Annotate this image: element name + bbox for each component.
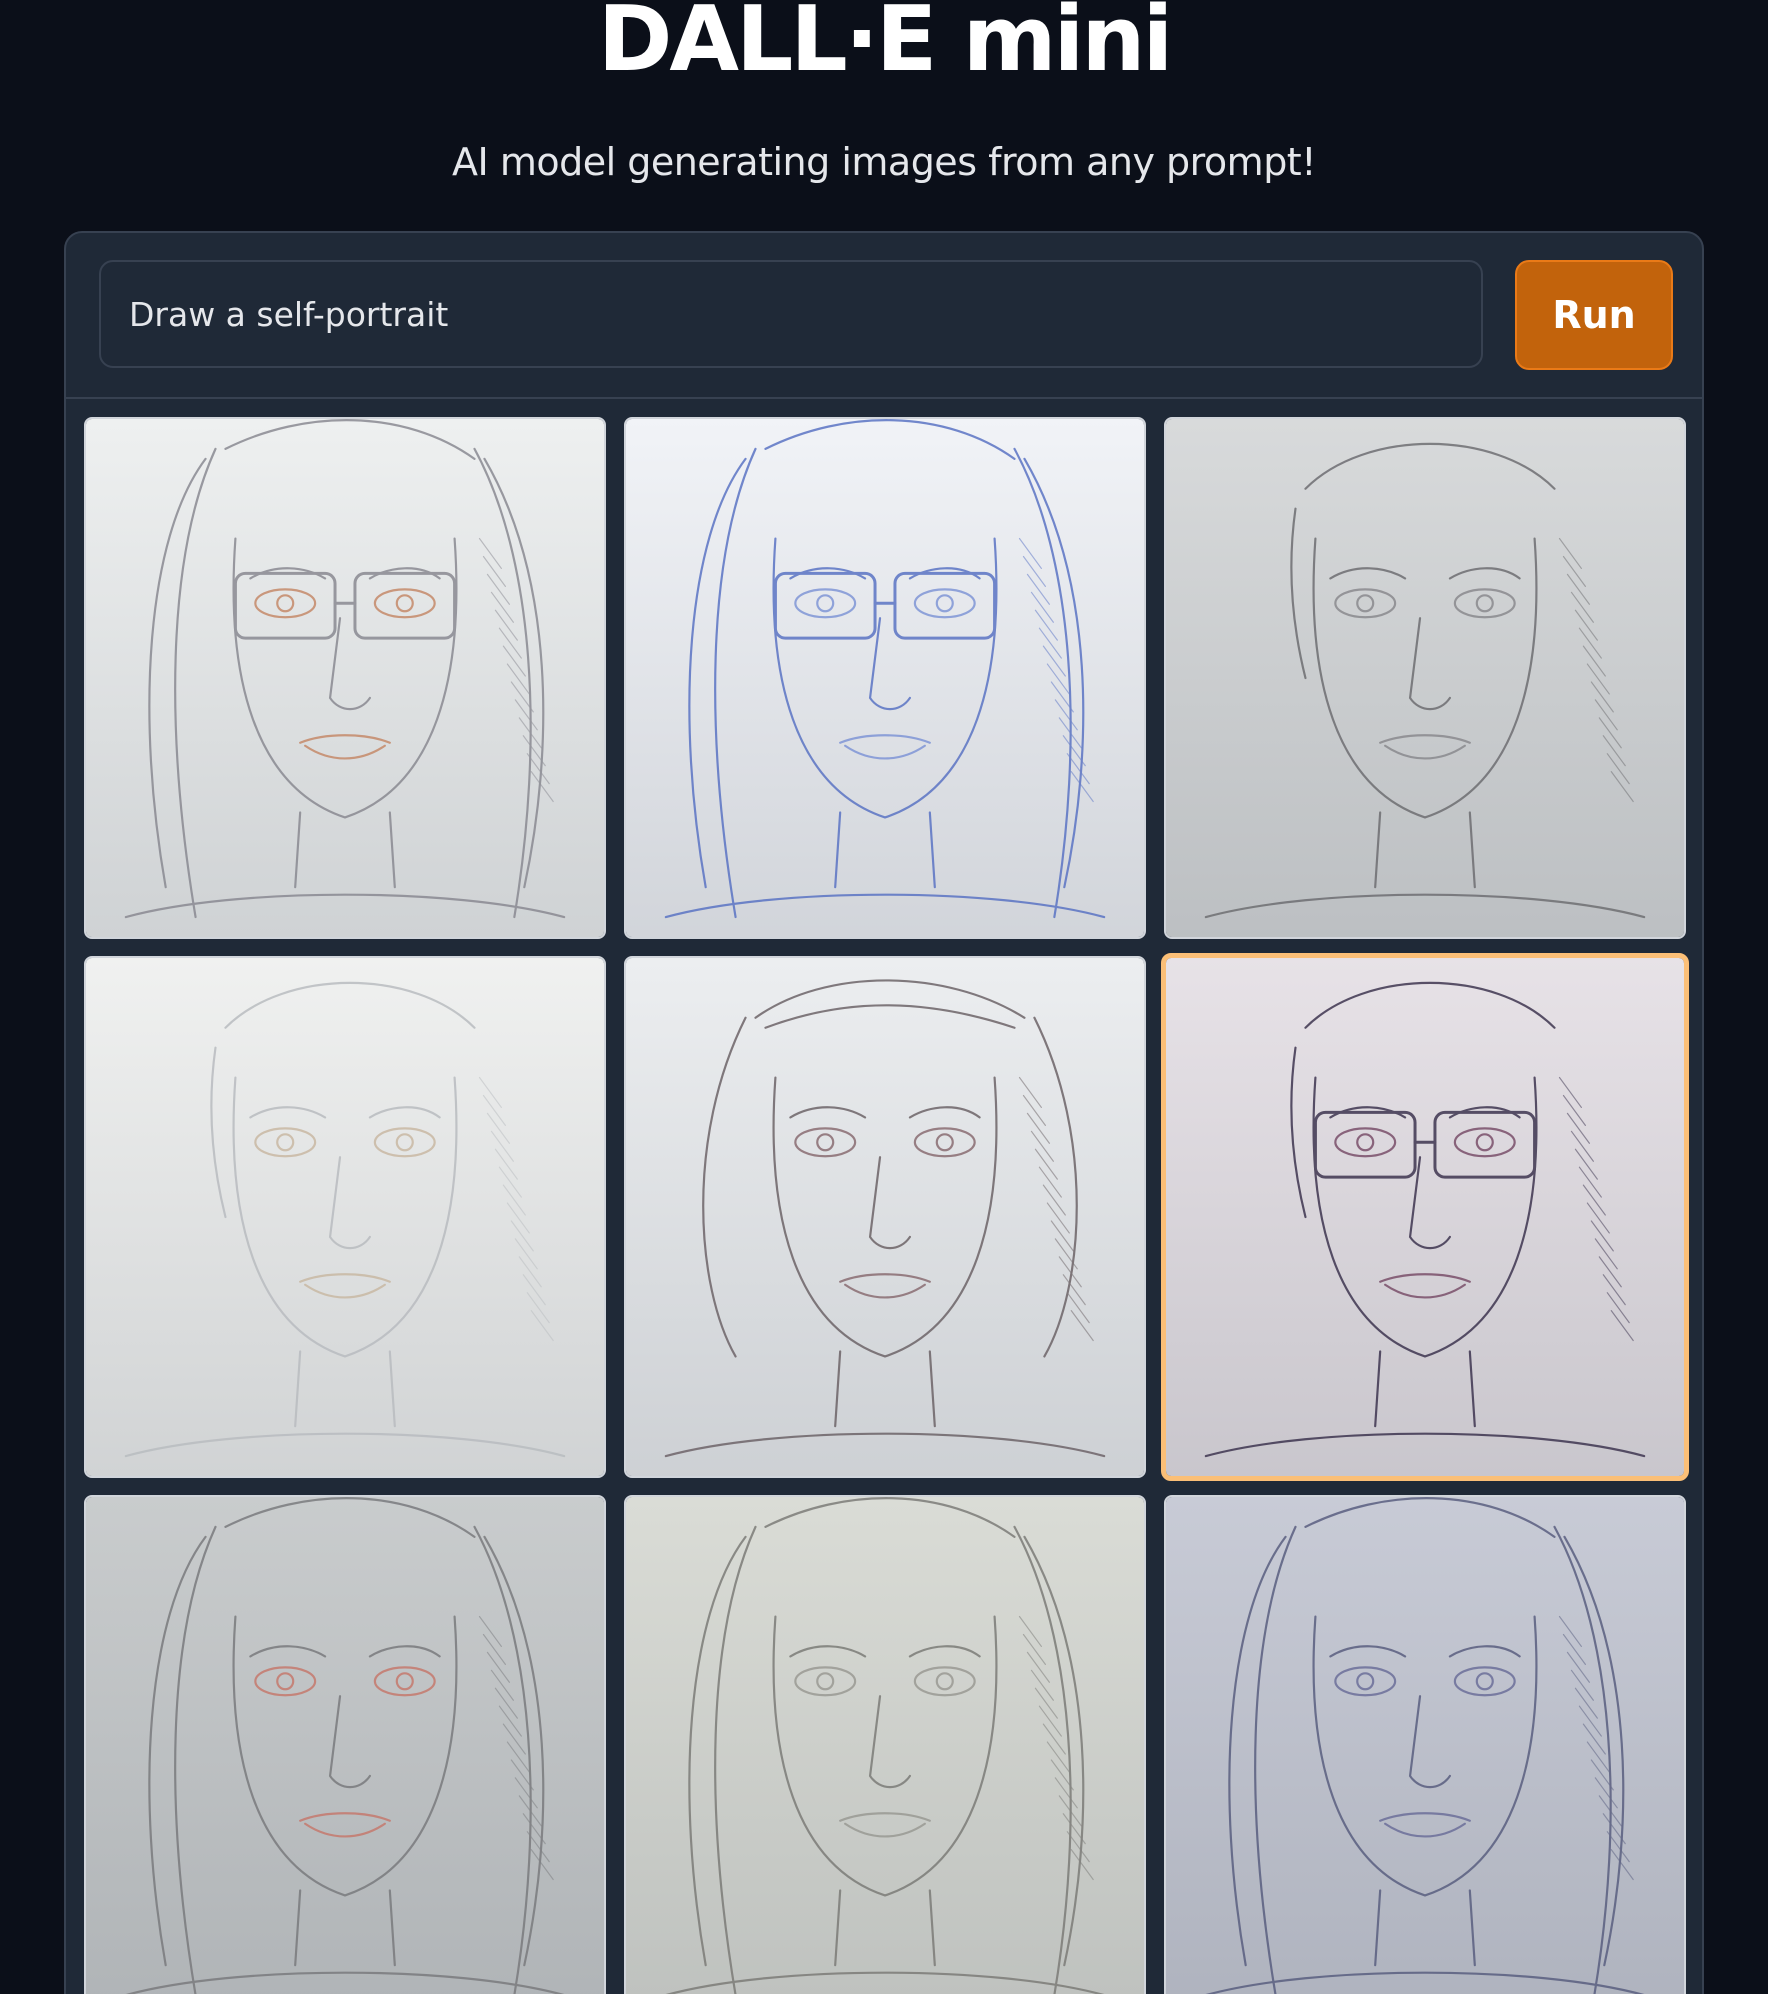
generated-image-graphic [626, 1497, 1144, 1994]
app-page: DALL·E mini AI model generating images f… [0, 0, 1768, 1994]
generated-image-graphic [1166, 419, 1684, 937]
generated-image-graphic [1166, 958, 1684, 1476]
generated-image-2[interactable] [624, 417, 1146, 939]
generated-image-graphic [1166, 1497, 1684, 1994]
generated-image-graphic [86, 1497, 604, 1994]
generated-image-5[interactable] [624, 956, 1146, 1478]
generated-image-graphic [626, 958, 1144, 1476]
generated-image-6[interactable] [1161, 953, 1689, 1481]
generated-image-graphic [86, 419, 604, 937]
generated-image-7[interactable] [84, 1495, 606, 1994]
divider [66, 397, 1702, 399]
app-subtitle: AI model generating images from any prom… [452, 140, 1316, 184]
generated-image-graphic [626, 419, 1144, 937]
generated-image-9[interactable] [1164, 1495, 1686, 1994]
generated-image-8[interactable] [624, 1495, 1146, 1994]
app-title: DALL·E mini [597, 0, 1174, 92]
prompt-input[interactable] [99, 260, 1483, 368]
generated-image-3[interactable] [1164, 417, 1686, 939]
generated-image-4[interactable] [84, 956, 606, 1478]
run-button[interactable]: Run [1515, 260, 1673, 370]
generated-image-graphic [86, 958, 604, 1476]
generated-image-1[interactable] [84, 417, 606, 939]
